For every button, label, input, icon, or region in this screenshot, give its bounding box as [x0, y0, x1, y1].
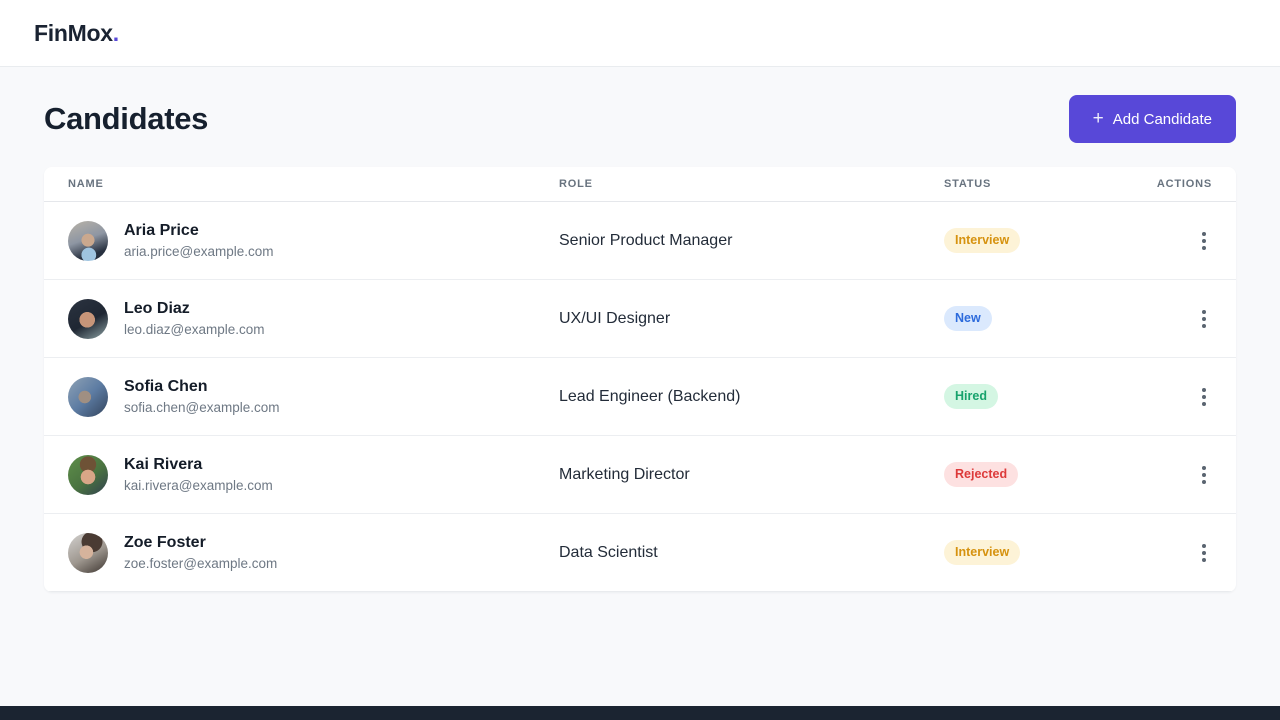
add-candidate-button-label: Add Candidate	[1113, 111, 1212, 128]
role-cell: Data Scientist	[535, 544, 920, 562]
kebab-menu-icon[interactable]	[1196, 384, 1212, 410]
name-cell: Leo Diaz leo.diaz@example.com	[44, 299, 535, 339]
status-badge: Interview	[944, 540, 1020, 564]
candidate-email: zoe.foster@example.com	[124, 556, 277, 571]
column-header-name: NAME	[44, 178, 535, 190]
bottom-bar	[0, 706, 1280, 720]
role-cell: Senior Product Manager	[535, 232, 920, 250]
table-row: Kai Rivera kai.rivera@example.com Market…	[44, 436, 1236, 514]
actions-cell	[1153, 306, 1236, 332]
kebab-menu-icon[interactable]	[1196, 306, 1212, 332]
actions-cell	[1153, 540, 1236, 566]
candidate-name: Zoe Foster	[124, 534, 277, 552]
name-cell: Kai Rivera kai.rivera@example.com	[44, 455, 535, 495]
column-header-role: ROLE	[535, 178, 920, 190]
candidate-role: Data Scientist	[559, 544, 658, 561]
table-row: Sofia Chen sofia.chen@example.com Lead E…	[44, 358, 1236, 436]
role-cell: Lead Engineer (Backend)	[535, 388, 920, 406]
candidate-email: kai.rivera@example.com	[124, 478, 273, 493]
candidate-email: aria.price@example.com	[124, 244, 274, 259]
kebab-menu-icon[interactable]	[1196, 228, 1212, 254]
candidate-role: Marketing Director	[559, 466, 690, 483]
status-badge: Interview	[944, 228, 1020, 252]
avatar	[68, 455, 108, 495]
candidate-name: Kai Rivera	[124, 456, 273, 474]
table-row: Leo Diaz leo.diaz@example.com UX/UI Desi…	[44, 280, 1236, 358]
name-cell: Sofia Chen sofia.chen@example.com	[44, 377, 535, 417]
name-cell: Aria Price aria.price@example.com	[44, 221, 535, 261]
top-bar: FinMox.	[0, 0, 1280, 67]
table-header-row: NAME ROLE STATUS ACTIONS	[44, 167, 1236, 202]
actions-cell	[1153, 228, 1236, 254]
column-header-status: STATUS	[920, 178, 1153, 190]
page-header: Candidates + Add Candidate	[44, 67, 1236, 143]
avatar	[68, 533, 108, 573]
candidate-name: Sofia Chen	[124, 378, 280, 396]
candidate-name: Aria Price	[124, 222, 274, 240]
add-candidate-button[interactable]: + Add Candidate	[1069, 95, 1236, 143]
actions-cell	[1153, 384, 1236, 410]
candidate-role: Lead Engineer (Backend)	[559, 388, 740, 405]
main-content: Candidates + Add Candidate NAME ROLE STA…	[0, 67, 1280, 592]
role-cell: UX/UI Designer	[535, 310, 920, 328]
status-badge: Hired	[944, 384, 998, 408]
status-cell: Interview	[920, 540, 1153, 564]
avatar	[68, 299, 108, 339]
actions-cell	[1153, 462, 1236, 488]
candidate-name: Leo Diaz	[124, 300, 265, 318]
table-body: Aria Price aria.price@example.com Senior…	[44, 202, 1236, 592]
status-badge: New	[944, 306, 992, 330]
table-row: Aria Price aria.price@example.com Senior…	[44, 202, 1236, 280]
kebab-menu-icon[interactable]	[1196, 540, 1212, 566]
column-header-actions: ACTIONS	[1153, 178, 1236, 190]
status-cell: Hired	[920, 384, 1153, 408]
status-cell: New	[920, 306, 1153, 330]
role-cell: Marketing Director	[535, 466, 920, 484]
status-cell: Rejected	[920, 462, 1153, 486]
candidate-email: leo.diaz@example.com	[124, 322, 265, 337]
page-title: Candidates	[44, 101, 208, 137]
candidate-role: Senior Product Manager	[559, 232, 732, 249]
status-cell: Interview	[920, 228, 1153, 252]
brand-logo: FinMox.	[34, 20, 119, 47]
brand-dot: .	[113, 20, 119, 46]
table-row: Zoe Foster zoe.foster@example.com Data S…	[44, 514, 1236, 592]
name-cell: Zoe Foster zoe.foster@example.com	[44, 533, 535, 573]
candidate-role: UX/UI Designer	[559, 310, 670, 327]
avatar	[68, 377, 108, 417]
avatar	[68, 221, 108, 261]
candidate-email: sofia.chen@example.com	[124, 400, 280, 415]
plus-icon: +	[1093, 109, 1104, 128]
candidates-table: NAME ROLE STATUS ACTIONS Aria Price aria…	[44, 167, 1236, 592]
status-badge: Rejected	[944, 462, 1018, 486]
kebab-menu-icon[interactable]	[1196, 462, 1212, 488]
